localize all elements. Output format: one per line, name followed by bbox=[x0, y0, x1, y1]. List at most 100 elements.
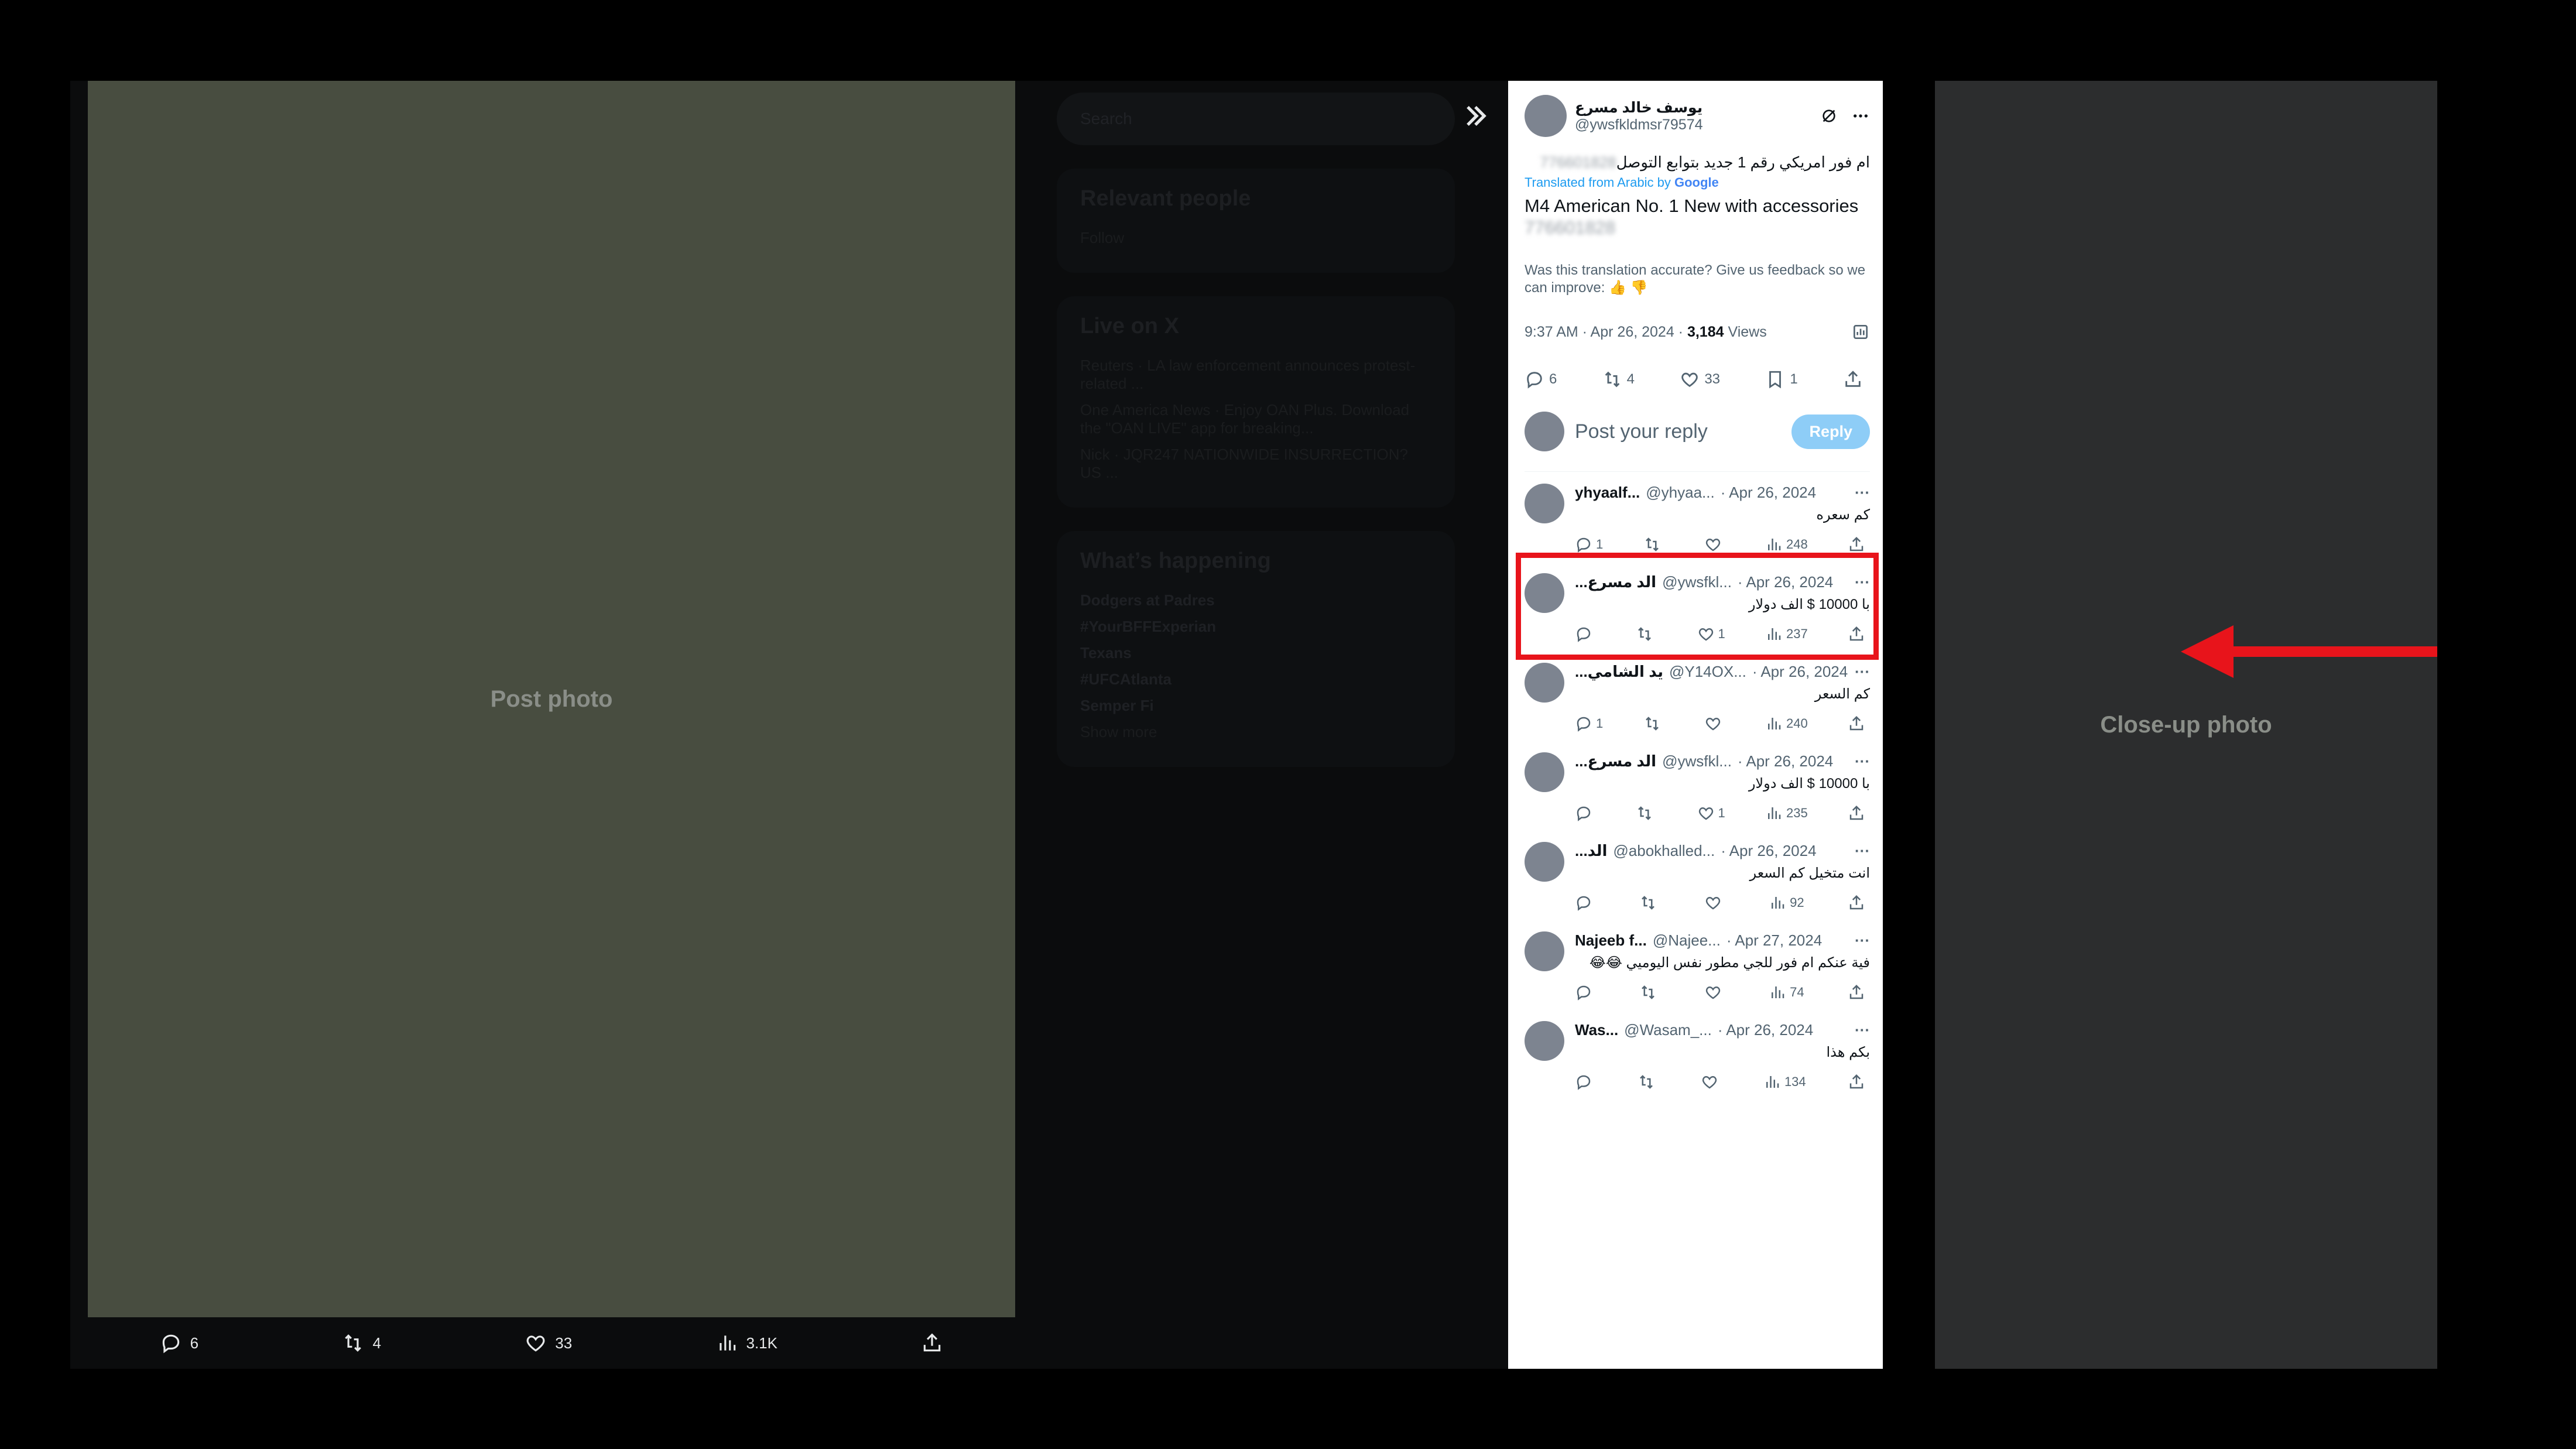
reply-input[interactable]: Post your reply bbox=[1575, 420, 1781, 443]
more-icon[interactable]: ··· bbox=[1855, 842, 1870, 860]
reply-repost-button[interactable] bbox=[1639, 984, 1660, 1001]
reply-author-name[interactable]: yhyaalf... bbox=[1575, 484, 1640, 502]
reply-views-button[interactable]: 237 bbox=[1765, 625, 1808, 643]
reply-views-button[interactable]: 74 bbox=[1769, 984, 1804, 1001]
share-button[interactable] bbox=[1843, 369, 1863, 389]
reply-item[interactable]: yhyaalf... @yhyaa... · Apr 26, 2024 ··· … bbox=[1525, 472, 1870, 561]
reply-item[interactable]: ...يد الشامي @Y14OX... · Apr 26, 2024 ··… bbox=[1525, 651, 1870, 741]
reply-like-button[interactable]: 1 bbox=[1697, 804, 1725, 822]
reply-reply-button[interactable] bbox=[1575, 984, 1596, 1001]
reply-share-button[interactable] bbox=[1848, 894, 1865, 912]
reply-author-name[interactable]: Najeeb f... bbox=[1575, 931, 1647, 950]
reply-reply-button[interactable]: 1 bbox=[1575, 715, 1603, 732]
reply-date[interactable]: · Apr 26, 2024 bbox=[1738, 573, 1833, 591]
analytics-icon[interactable] bbox=[1851, 323, 1870, 341]
reply-repost-button[interactable] bbox=[1636, 625, 1657, 643]
reply-share-button[interactable] bbox=[1848, 715, 1865, 732]
reply-avatar[interactable] bbox=[1525, 752, 1564, 792]
reply-author-name[interactable]: ...الد مسرع bbox=[1575, 752, 1656, 770]
author-handle[interactable]: @ywsfkldmsr79574 bbox=[1575, 117, 1811, 133]
avatar[interactable] bbox=[1525, 95, 1567, 137]
reply-like-button[interactable] bbox=[1701, 1073, 1722, 1091]
reply-share-button[interactable] bbox=[1848, 536, 1865, 553]
repost-button[interactable]: 4 bbox=[1602, 369, 1635, 389]
reply-item[interactable]: ...الد مسرع @ywsfkl... · Apr 26, 2024 ··… bbox=[1525, 741, 1870, 830]
like-button[interactable]: 33 bbox=[1680, 369, 1720, 389]
reply-views-button[interactable]: 134 bbox=[1763, 1073, 1806, 1091]
more-icon[interactable]: ··· bbox=[1855, 484, 1870, 502]
reply-repost-button[interactable] bbox=[1643, 715, 1664, 732]
reply-item[interactable]: Najeeb f... @Najee... · Apr 27, 2024 ···… bbox=[1525, 920, 1870, 1009]
reply-avatar[interactable] bbox=[1525, 931, 1564, 971]
reply-author-handle[interactable]: @Wasam_... bbox=[1624, 1021, 1712, 1039]
reply-submit-button[interactable]: Reply bbox=[1791, 414, 1870, 449]
reply-views-button[interactable]: 248 bbox=[1765, 536, 1808, 553]
reply-author-handle[interactable]: @yhyaa... bbox=[1646, 484, 1714, 502]
reply-avatar[interactable] bbox=[1525, 842, 1564, 882]
reply-share-button[interactable] bbox=[1848, 804, 1865, 822]
reply-button[interactable]: 6 bbox=[1525, 369, 1557, 389]
tweet-timestamp[interactable]: 9:37 AM · Apr 26, 2024 · bbox=[1525, 324, 1683, 340]
reply-reply-button[interactable] bbox=[1575, 625, 1596, 643]
reply-date[interactable]: · Apr 26, 2024 bbox=[1721, 484, 1816, 502]
more-icon[interactable]: ··· bbox=[1855, 752, 1870, 770]
reply-repost-button[interactable] bbox=[1638, 1073, 1659, 1091]
reply-author-handle[interactable]: @ywsfkl... bbox=[1662, 752, 1732, 770]
reply-item-highlighted[interactable]: ...الد مسرع @ywsfkl... · Apr 26, 2024 ··… bbox=[1516, 553, 1879, 660]
reply-avatar[interactable] bbox=[1525, 484, 1564, 523]
viewer-share-button[interactable] bbox=[921, 1332, 943, 1354]
viewer-repost-button[interactable]: 4 bbox=[342, 1332, 381, 1354]
reply-date[interactable]: · Apr 27, 2024 bbox=[1727, 931, 1822, 950]
reply-author-name[interactable]: ...الد مسرع bbox=[1575, 573, 1656, 591]
reply-share-button[interactable] bbox=[1848, 1073, 1865, 1091]
more-icon[interactable]: ··· bbox=[1855, 931, 1870, 950]
author-name[interactable]: يوسف خالد مسرع bbox=[1575, 99, 1811, 117]
reply-item[interactable]: ...الد @abokhalled... · Apr 26, 2024 ···… bbox=[1525, 830, 1870, 920]
expand-panel-button[interactable] bbox=[1452, 93, 1499, 139]
reply-repost-button[interactable] bbox=[1643, 536, 1664, 553]
reply-date[interactable]: · Apr 26, 2024 bbox=[1752, 663, 1848, 681]
reply-reply-button[interactable] bbox=[1575, 804, 1596, 822]
reply-reply-button[interactable] bbox=[1575, 1073, 1596, 1091]
reply-like-button[interactable] bbox=[1704, 894, 1725, 912]
reply-avatar[interactable] bbox=[1525, 1021, 1564, 1061]
viewer-like-button[interactable]: 33 bbox=[525, 1332, 572, 1354]
more-icon[interactable]: ··· bbox=[1855, 1021, 1870, 1039]
reply-author-handle[interactable]: @ywsfkl... bbox=[1662, 573, 1732, 591]
reply-avatar[interactable] bbox=[1525, 663, 1564, 703]
reply-share-button[interactable] bbox=[1848, 984, 1865, 1001]
reply-item[interactable]: Was... @Wasam_... · Apr 26, 2024 ··· بكم… bbox=[1525, 1009, 1870, 1099]
reply-author-name[interactable]: ...الد bbox=[1575, 842, 1607, 860]
reply-share-button[interactable] bbox=[1848, 625, 1865, 643]
viewer-reply-button[interactable]: 6 bbox=[160, 1332, 198, 1354]
reply-views-button[interactable]: 240 bbox=[1765, 715, 1808, 732]
thumbs-down-icon[interactable]: 👎 bbox=[1630, 280, 1648, 296]
reply-author-handle[interactable]: @abokhalled... bbox=[1613, 842, 1715, 860]
reply-date[interactable]: · Apr 26, 2024 bbox=[1738, 752, 1833, 770]
reply-reply-button[interactable] bbox=[1575, 894, 1596, 912]
reply-reply-button[interactable]: 1 bbox=[1575, 536, 1603, 553]
post-photo[interactable]: Post photo bbox=[88, 81, 1015, 1317]
reply-author-handle[interactable]: @Y14OX... bbox=[1669, 663, 1746, 681]
reply-like-button[interactable]: 1 bbox=[1697, 625, 1725, 643]
reply-date[interactable]: · Apr 26, 2024 bbox=[1721, 842, 1816, 860]
reply-date[interactable]: · Apr 26, 2024 bbox=[1718, 1021, 1813, 1039]
reply-like-button[interactable] bbox=[1704, 984, 1725, 1001]
reply-author-name[interactable]: ...يد الشامي bbox=[1575, 663, 1663, 681]
translated-from[interactable]: Translated from Arabic by Google bbox=[1525, 175, 1870, 190]
more-icon[interactable]: ··· bbox=[1855, 573, 1870, 591]
reply-avatar[interactable] bbox=[1525, 573, 1564, 613]
reply-author-handle[interactable]: @Najee... bbox=[1653, 931, 1721, 950]
reply-author-name[interactable]: Was... bbox=[1575, 1021, 1618, 1039]
reply-like-button[interactable] bbox=[1704, 715, 1725, 732]
thumbs-up-icon[interactable]: 👍 bbox=[1609, 280, 1626, 296]
grok-icon[interactable] bbox=[1820, 107, 1838, 125]
reply-repost-button[interactable] bbox=[1639, 894, 1660, 912]
reply-views-button[interactable]: 92 bbox=[1769, 894, 1804, 912]
more-icon[interactable] bbox=[1851, 107, 1870, 125]
reply-repost-button[interactable] bbox=[1636, 804, 1657, 822]
bookmark-button[interactable]: 1 bbox=[1765, 369, 1798, 389]
reply-like-button[interactable] bbox=[1704, 536, 1725, 553]
viewer-views-button[interactable]: 3.1K bbox=[716, 1332, 777, 1354]
more-icon[interactable]: ··· bbox=[1855, 663, 1870, 681]
